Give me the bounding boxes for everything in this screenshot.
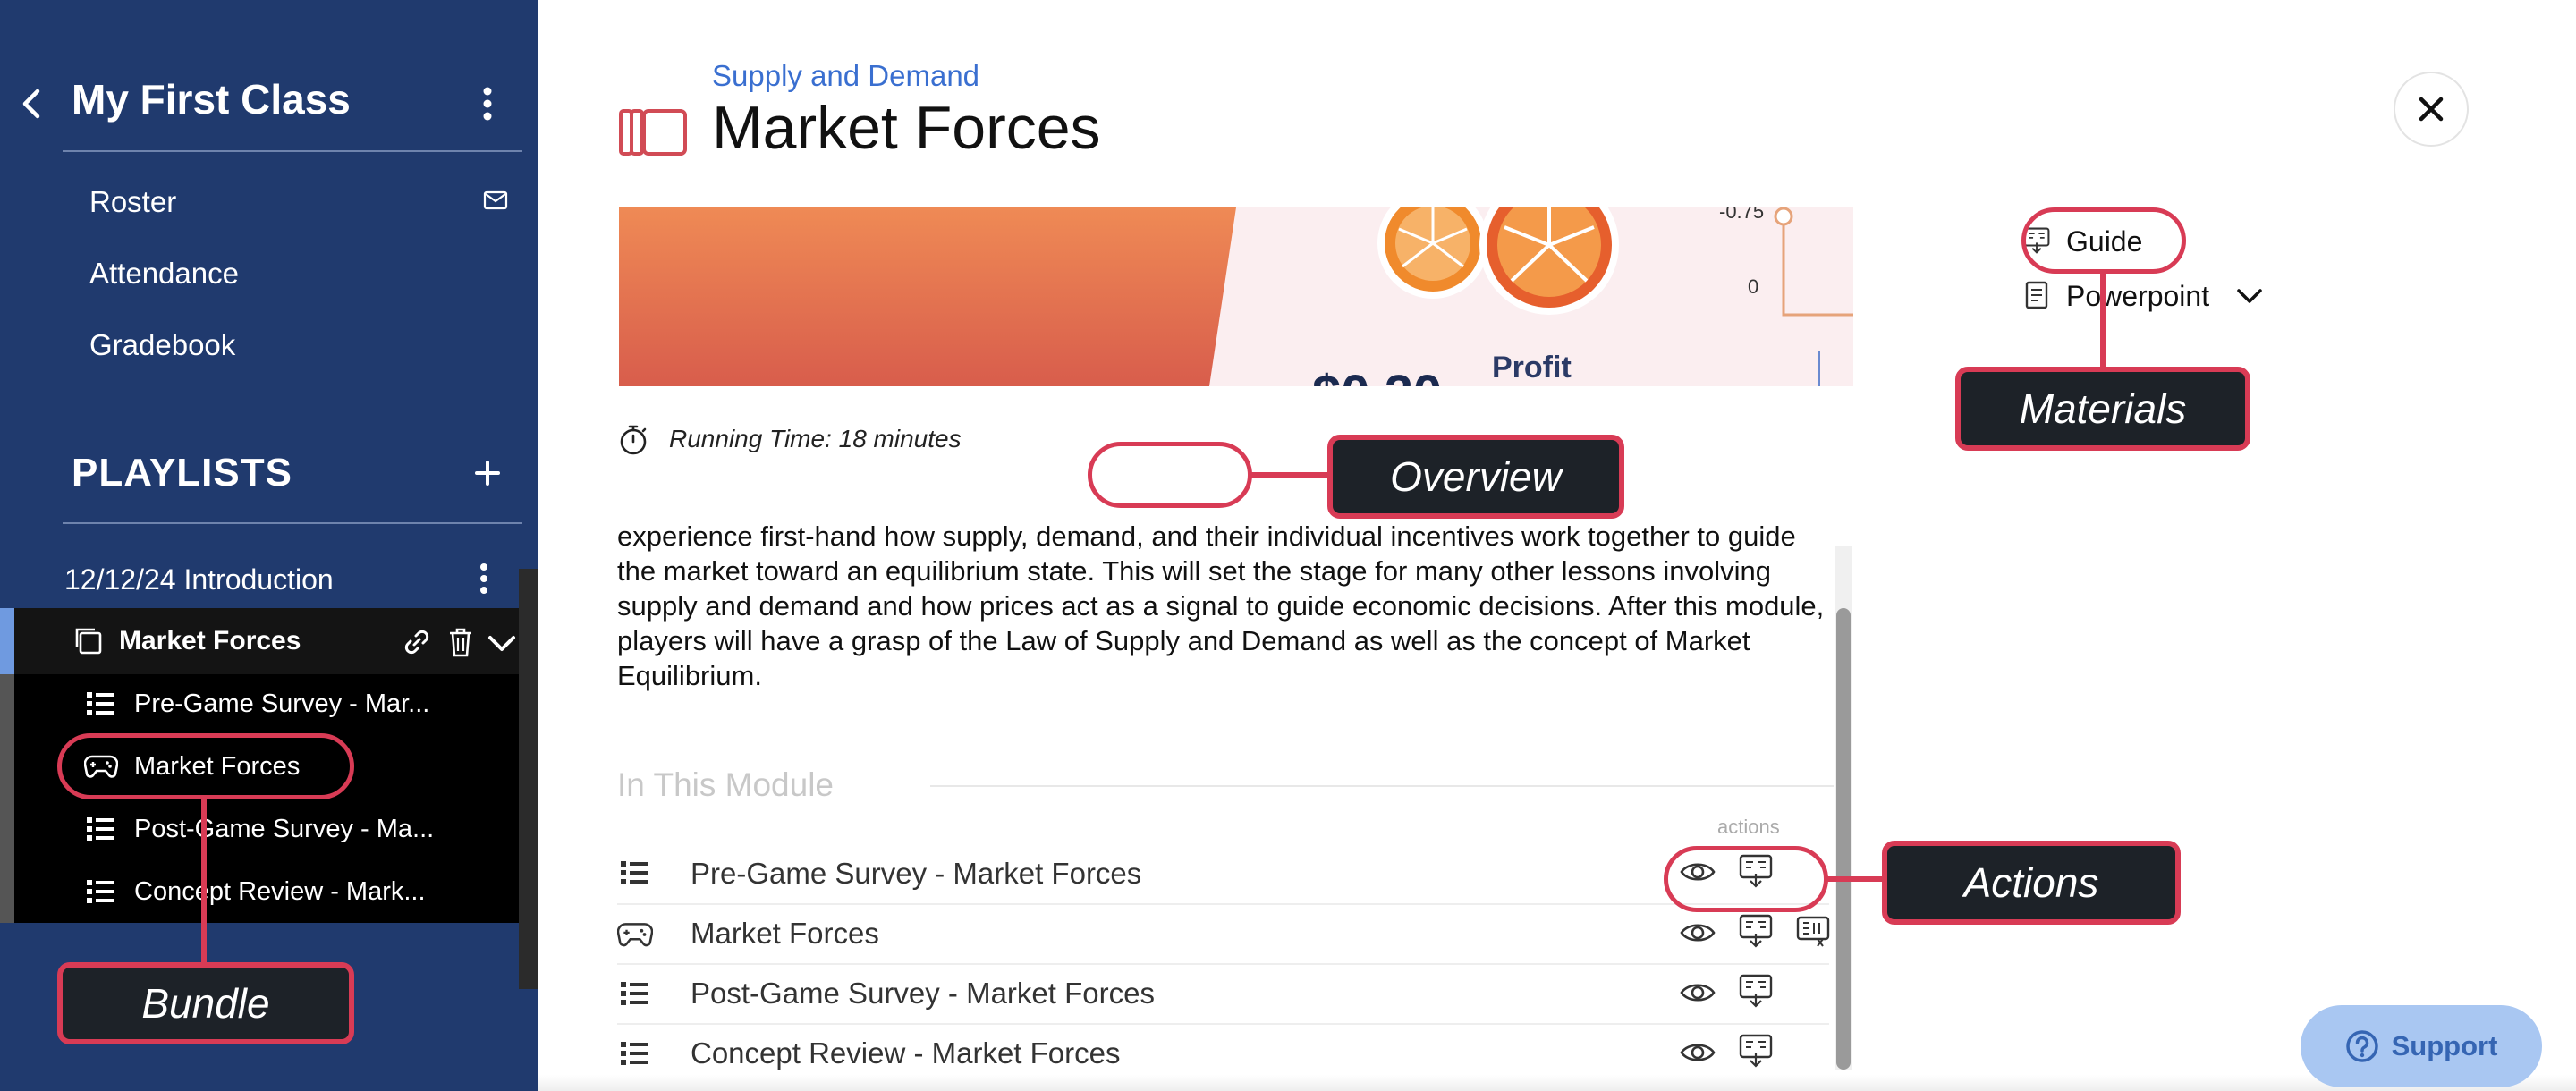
guide-highlight [2021,207,2186,274]
overview-callout: Overview [1327,435,1624,519]
overview-highlight [1088,442,1252,508]
document-icon [2025,281,2048,309]
sidebar-subitem[interactable]: Concept Review - Mark... [134,877,426,907]
sidebar-subitem[interactable]: Pre-Game Survey - Mar... [134,689,429,719]
module-bundle-icon [619,107,689,157]
sidebar-scrollbar[interactable] [519,569,538,989]
close-button[interactable] [2394,72,2469,147]
stopwatch-icon [617,424,649,456]
playlist-name[interactable]: 12/12/24 Introduction [64,563,334,596]
actions-connector [1826,876,1885,882]
row-divider [617,963,1829,965]
gamepad-icon [617,921,653,948]
bundle-accent [0,608,14,674]
preview-eye-icon[interactable] [1680,980,1716,1005]
class-more-icon[interactable] [480,86,495,122]
playlists-divider [63,522,522,524]
materials-connector [2100,273,2106,369]
game-settings-icon[interactable] [1796,916,1830,948]
module-row-title[interactable]: Market Forces [691,917,879,951]
module-heading-rule [930,785,1834,787]
link-icon[interactable] [402,628,431,656]
sidebar-item-gradebook[interactable]: Gradebook [89,328,235,362]
sidebar-subitem[interactable]: Post-Game Survey - Ma... [134,815,434,844]
list-icon [86,690,114,717]
page-title: Market Forces [712,94,1101,162]
banner-price: $0.20 [1312,365,1442,386]
chevron-down-icon[interactable] [487,635,516,653]
playlists-heading: PLAYLISTS [72,451,292,495]
row-divider [617,903,1829,905]
chevron-down-icon[interactable] [2236,288,2263,304]
list-icon [619,1040,649,1067]
bottom-fade [538,1075,2576,1091]
close-icon [2419,97,2444,122]
module-row-title[interactable]: Post-Game Survey - Market Forces [691,977,1155,1011]
add-playlist-icon[interactable] [474,460,501,486]
banner-axis-zero: 0 [1748,275,1758,298]
actions-column-label: actions [1717,816,1780,838]
running-time: Running Time: 18 minutes [669,425,962,452]
module-row-title[interactable]: Pre-Game Survey - Market Forces [691,857,1141,891]
support-button[interactable]: Support [2301,1005,2542,1087]
list-icon [86,816,114,842]
sidebar-item-attendance[interactable]: Attendance [89,257,239,291]
preview-eye-icon[interactable] [1680,920,1716,945]
overview-connector [1250,472,1331,478]
overview-description: experience first-hand how supply, demand… [617,520,1825,691]
materials-callout: Materials [1955,367,2250,451]
bundle-stripe [0,674,14,923]
bundle-connector [201,799,207,965]
guide-icon[interactable] [1739,914,1773,948]
banner-axis-top: -0.75 [1719,207,1764,223]
actions-highlight [1664,846,1828,912]
row-divider [617,1023,1829,1025]
in-this-module-heading: In This Module [617,766,834,803]
list-icon [86,878,114,905]
guide-icon[interactable] [1739,974,1773,1008]
class-title: My First Class [72,76,351,123]
bundle-callout: Bundle [57,962,354,1044]
sidebar-item-roster[interactable]: Roster [89,185,176,219]
actions-callout: Actions [1882,841,2181,925]
sidebar [0,0,538,1091]
materials-powerpoint-link[interactable]: Powerpoint [2066,280,2209,313]
module-row-title[interactable]: Concept Review - Market Forces [691,1036,1120,1070]
list-icon [619,859,649,886]
banner-profit-label: Profit [1492,351,1572,385]
list-icon [619,980,649,1007]
breadcrumb[interactable]: Supply and Demand [712,59,979,93]
bundle-copy-icon [72,624,104,656]
help-icon [2345,1030,2378,1062]
bundle-name[interactable]: Market Forces [119,626,301,656]
module-banner-image: -0.75 0 Profit $0.20 [619,207,1853,386]
preview-eye-icon[interactable] [1680,1040,1716,1065]
sidebar-divider [63,150,522,152]
trash-icon[interactable] [447,626,474,658]
mail-icon[interactable] [483,190,508,210]
support-label: Support [2391,1030,2498,1061]
content-scroll-thumb[interactable] [1836,608,1851,1070]
playlist-more-icon[interactable] [477,562,491,596]
bundle-item-highlight [57,733,354,799]
back-chevron-icon[interactable] [20,88,43,120]
guide-icon[interactable] [1739,1034,1773,1068]
